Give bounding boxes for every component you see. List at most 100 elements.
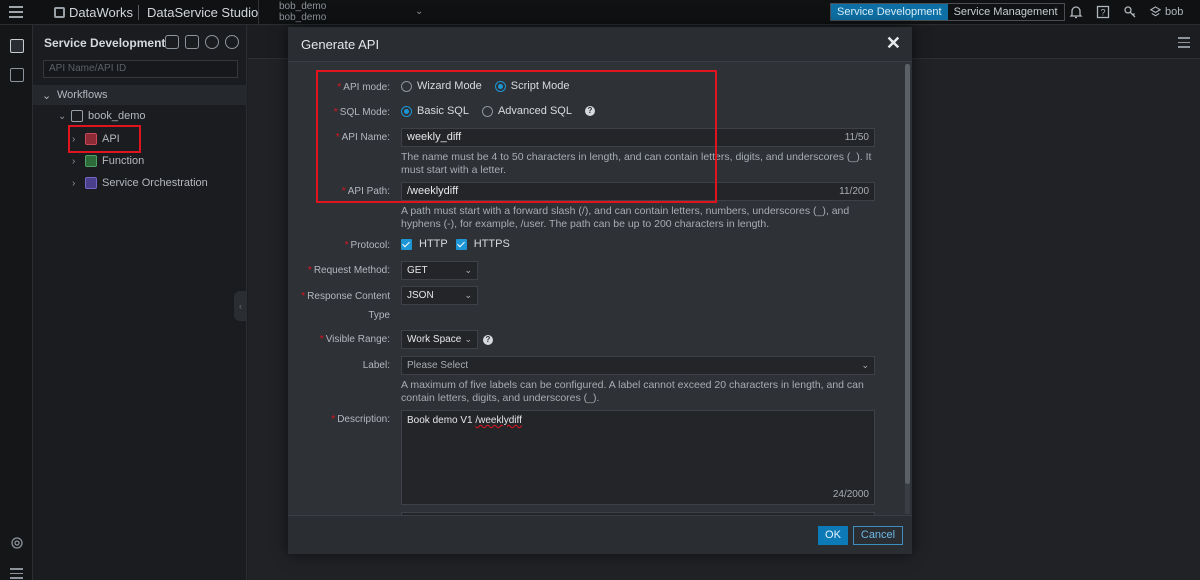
response-type-select[interactable]: JSON ⌄ [401,286,478,305]
description-path-text: /weeklydiff [475,415,522,426]
close-icon[interactable]: ✕ [886,33,901,54]
workflows-section[interactable]: ⌄ Workflows [33,85,247,105]
dialog-footer: OK Cancel [288,515,912,554]
workspace-name: bob_demo [279,1,327,12]
required-marker: * [307,265,312,276]
visible-range-select[interactable]: Work Space ⌄ [401,330,478,349]
workspace-selector[interactable]: bob_demo bob_demo [279,1,326,23]
protocol-label: * Protocol: [298,240,390,252]
tab-service-development[interactable]: Service Development [831,4,948,20]
generate-api-dialog: Generate API ✕ * API mode: Wizard Mode Sc… [288,27,912,554]
checkbox-label: HTTPS [473,238,510,250]
label-text: Visible Range: [325,334,390,345]
tree-item-book-demo[interactable]: ⌄ book_demo [58,110,146,122]
api-search-input[interactable]: API Name/API ID [43,60,238,78]
label-text: Request Method: [313,265,390,276]
dialog-title: Generate API [301,37,380,52]
help-icon[interactable]: ? [483,335,493,345]
refresh-icon[interactable] [205,35,219,49]
protocol-checkboxes: HTTP HTTPS [401,238,510,250]
chevron-down-icon: ⌄ [42,90,52,102]
ok-button[interactable]: OK [818,526,848,545]
select-value: Work Space [407,334,462,345]
divider [258,0,259,25]
https-checkbox[interactable] [455,238,467,250]
add-user-icon[interactable] [165,35,179,49]
user-name: bob [1165,6,1184,18]
api-path-hint: A path must start with a forward slash (… [401,205,850,230]
workflow-icon[interactable] [10,39,24,53]
description-label: * Description: [298,414,390,426]
orchestration-icon [85,177,97,189]
scrollbar-thumb[interactable] [905,64,910,484]
chevron-down-icon: ⌄ [464,265,472,275]
dialog-scrollbar[interactable] [905,64,910,514]
tree-item-label: book_demo [88,110,146,122]
help-icon[interactable]: ? [1095,4,1111,20]
tree-item-function[interactable]: › Function [72,155,144,167]
mode-tabs: Service Development Service Management [830,3,1065,21]
label-text: Type [368,310,390,321]
section-label: Workflows [57,89,108,101]
response-type-label: * Response Content Type [298,291,390,322]
list-icon[interactable] [10,68,24,82]
sidebar-tools [165,35,239,49]
label-text: Description: [337,414,390,425]
label-text: Protocol: [350,240,390,251]
char-counter: 24/2000 [832,489,869,500]
required-marker: * [331,414,336,425]
menu-icon[interactable] [9,6,23,18]
workflow-org-icon [71,110,83,122]
sidebar: Service Development API Name/API ID ⌄ Wo… [33,25,247,580]
checkbox-label: HTTP [419,238,448,250]
http-checkbox[interactable] [401,238,412,250]
left-rail [0,25,33,580]
tab-service-management[interactable]: Service Management [948,4,1064,20]
bell-icon[interactable] [1068,4,1084,20]
required-marker: * [301,291,306,302]
label-text: Response Content [307,291,390,302]
tree-item-label: Function [102,155,145,167]
divider [138,5,139,20]
target-icon[interactable] [225,35,239,49]
description-text: Book demo V1 [407,415,476,426]
brand[interactable]: DataWorks [54,5,133,20]
label-select[interactable]: Please Select ⌄ [401,356,875,375]
studio-name: DataService Studio [147,5,259,20]
dialog-header: Generate API ✕ [288,27,912,62]
sidebar-title: Service Development [44,36,166,50]
char-counter: 11/50 [844,132,869,143]
menu-icon[interactable] [10,568,23,579]
key-icon[interactable] [1122,4,1138,20]
chevron-down-icon: ⌄ [464,290,472,300]
visible-range-label: * Visible Range: [298,334,390,346]
select-value: GET [407,265,428,276]
workspace-name-secondary: bob_demo [279,12,327,23]
label-hint: A maximum of five labels can be configur… [401,379,864,404]
svg-text:?: ? [1100,8,1105,18]
char-counter: 11/200 [839,186,869,197]
chevron-down-icon[interactable]: ⌄ [415,6,423,17]
menu-icon[interactable] [1178,37,1190,51]
chevron-down-icon: ⌄ [861,360,869,370]
dataworks-logo-icon [54,7,65,18]
import-icon[interactable] [185,35,199,49]
label-field-label: Label: [362,360,390,371]
chevron-right-icon: › [72,177,76,189]
brand-name: DataWorks [69,5,134,20]
tree-item-service-orchestration[interactable]: › Service Orchestration [72,177,208,189]
top-bar: DataWorks DataService Studio bob_demo bo… [0,0,1200,25]
description-textarea[interactable]: Book demo V1 /weeklydiff 24/2000 [401,410,875,505]
select-value: JSON [407,290,434,301]
chevron-down-icon: ⌄ [464,334,472,344]
fields-highlight-box [316,70,717,203]
settings-icon[interactable] [10,536,24,550]
cancel-button[interactable]: Cancel [853,526,903,545]
collapse-panel-handle[interactable]: ‹ [234,291,247,321]
function-icon [85,155,97,167]
required-marker: * [344,240,349,251]
api-highlight-box [68,125,141,153]
request-method-select[interactable]: GET ⌄ [401,261,478,280]
user-menu[interactable]: bob [1149,5,1184,19]
select-placeholder: Please Select [407,360,469,371]
